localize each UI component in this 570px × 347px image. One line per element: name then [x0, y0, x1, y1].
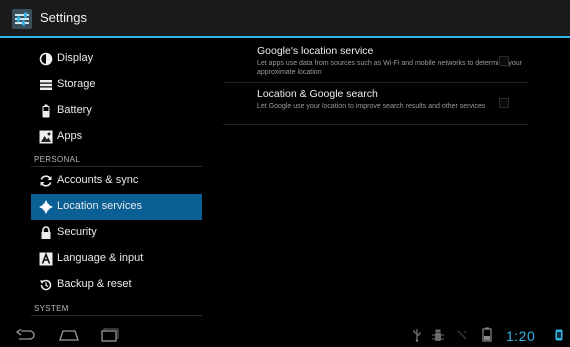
language-icon: [39, 252, 53, 266]
sidebar-item-label: Storage: [57, 78, 96, 90]
notification-icon[interactable]: [555, 329, 563, 341]
action-bar: Settings: [0, 0, 570, 36]
battery-icon: [39, 104, 53, 118]
sidebar-item-location-services[interactable]: Location services: [31, 194, 202, 220]
google-location-checkbox[interactable]: [499, 56, 509, 66]
location-icon: [39, 200, 53, 214]
sidebar-item-label: Security: [57, 226, 97, 238]
settings-screen: Settings Display Storage Battery Apps PE…: [0, 0, 570, 347]
back-icon[interactable]: [16, 329, 36, 341]
settings-list: Display Storage Battery Apps PERSONAL Ac…: [0, 38, 215, 317]
display-icon: [39, 52, 53, 66]
pref-title: Location & Google search: [257, 88, 378, 100]
sidebar-item-display[interactable]: Display: [31, 46, 202, 72]
sidebar-item-label: Apps: [57, 130, 83, 142]
section-divider: [31, 315, 202, 316]
pref-google-location-service[interactable]: Google's location service Let apps use d…: [257, 45, 527, 77]
pref-divider: [223, 124, 528, 125]
recent-apps-icon[interactable]: [100, 328, 122, 342]
section-divider: [31, 166, 202, 167]
storage-icon: [39, 78, 53, 92]
signal-icon: [457, 330, 467, 340]
sidebar-item-label: Accounts & sync: [57, 174, 139, 186]
usb-icon: [413, 329, 421, 342]
page-title: Settings: [40, 10, 87, 25]
sidebar-item-label: Backup & reset: [57, 278, 132, 290]
sync-icon: [39, 174, 53, 188]
lock-icon: [39, 226, 53, 240]
sidebar-item-label: Battery: [57, 104, 92, 116]
pref-summary: Let apps use data from sources such as W…: [257, 60, 522, 76]
system-bar: [0, 323, 570, 347]
debug-icon: [432, 329, 444, 341]
sidebar-item-label: Language & input: [57, 252, 144, 264]
sidebar-item-label: Location services: [57, 200, 142, 212]
sidebar-item-battery[interactable]: Battery: [31, 98, 202, 124]
apps-icon: [39, 130, 53, 144]
pref-title: Google's location service: [257, 45, 374, 57]
pref-location-google-search[interactable]: Location & Google search Let Google use …: [257, 88, 527, 111]
sidebar-item-label: Display: [57, 52, 94, 64]
section-header-system: SYSTEM: [34, 304, 69, 313]
sidebar-item-storage[interactable]: Storage: [31, 72, 202, 98]
sidebar-item-apps[interactable]: Apps: [31, 124, 202, 150]
backup-icon: [39, 278, 53, 292]
pref-divider: [223, 82, 528, 83]
section-header-personal: PERSONAL: [34, 155, 80, 164]
home-icon[interactable]: [58, 328, 80, 342]
battery-status-icon: [482, 327, 492, 342]
sidebar-item-backup-reset[interactable]: Backup & reset: [31, 272, 202, 298]
sidebar-item-security[interactable]: Security: [31, 220, 202, 246]
pref-summary: Let Google use your location to improve …: [257, 103, 486, 110]
sidebar-item-language-input[interactable]: Language & input: [31, 246, 202, 272]
settings-app-icon[interactable]: [12, 9, 32, 29]
sidebar-item-accounts-sync[interactable]: Accounts & sync: [31, 168, 202, 194]
location-search-checkbox[interactable]: [499, 98, 509, 108]
clock[interactable]: 1:20: [506, 328, 535, 344]
location-settings-pane: Google's location service Let apps use d…: [215, 38, 570, 317]
